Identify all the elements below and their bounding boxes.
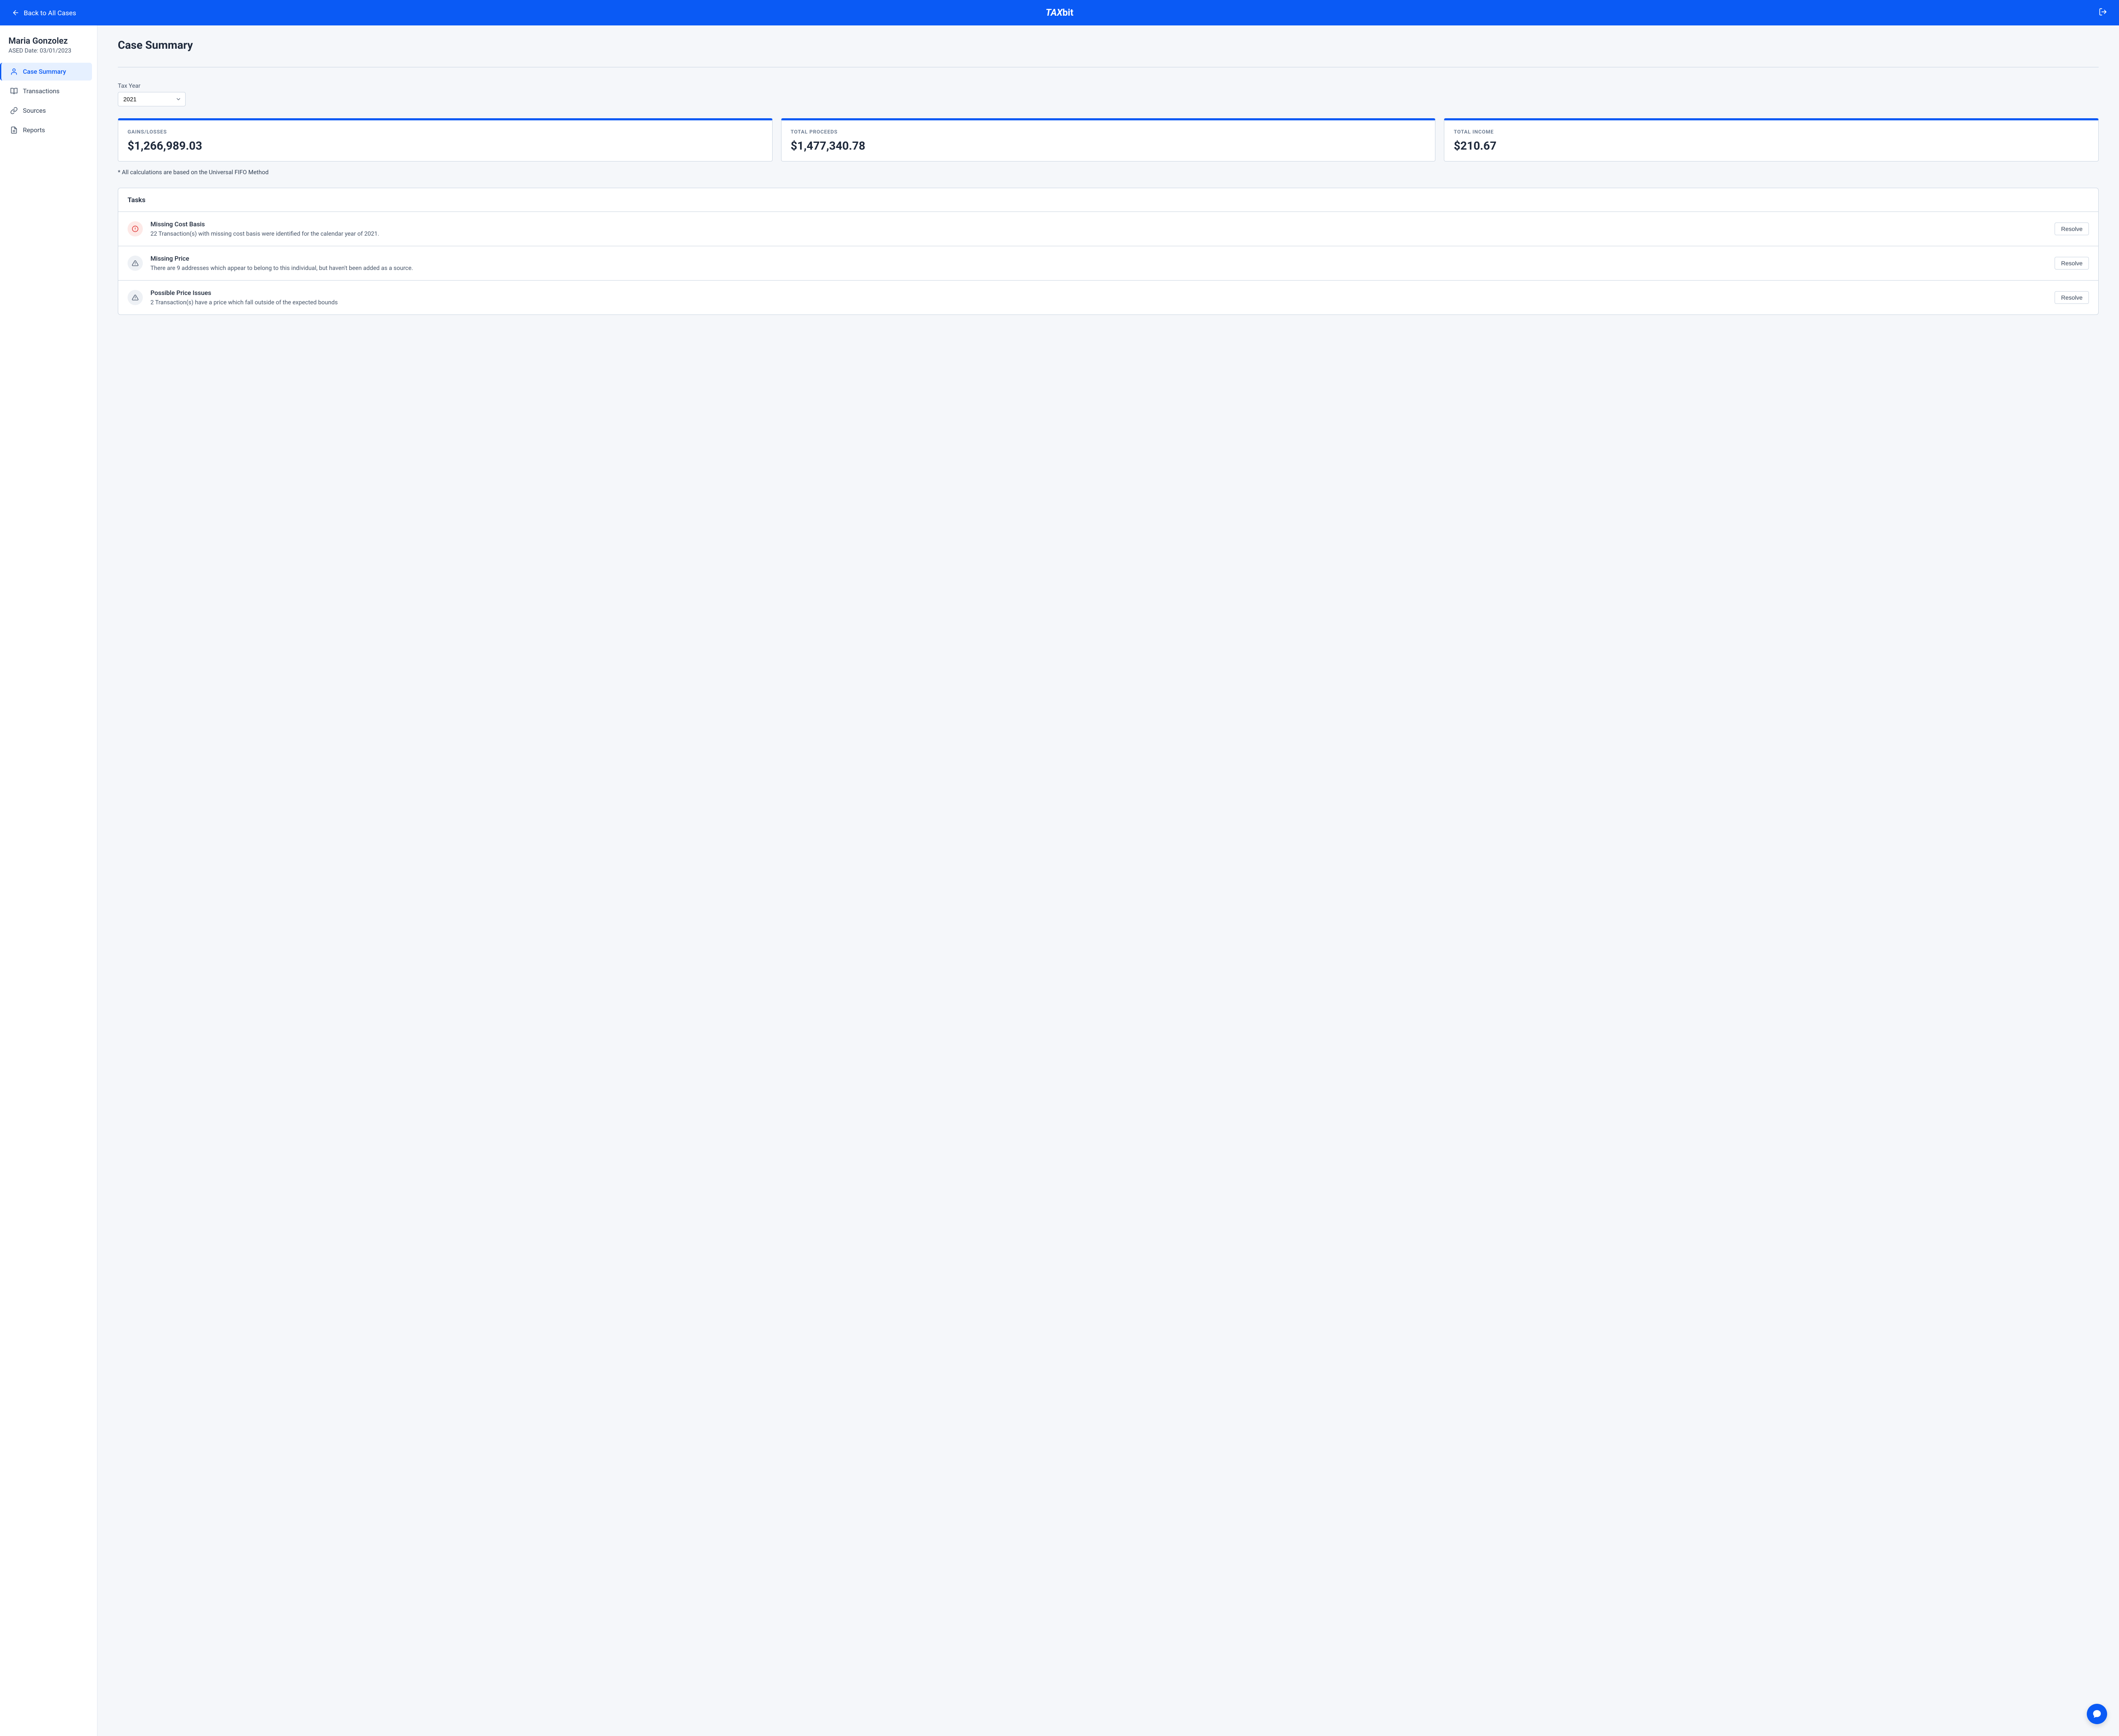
book-icon [10,87,18,95]
tax-year-select[interactable]: 2021 [118,92,186,106]
calculation-footnote: * All calculations are based on the Univ… [118,169,2099,176]
chat-button[interactable] [2087,1704,2107,1724]
card-value: $1,477,340.78 [791,139,1426,153]
task-title: Possible Price Issues [150,289,2047,297]
sidebar: Maria Gonzolez ASED Date: 03/01/2023 Cas… [0,25,97,1736]
error-icon [128,221,143,236]
app-logo: TAXbit [1046,8,1073,18]
sidebar-item-transactions[interactable]: Transactions [5,82,92,100]
card-value: $210.67 [1454,139,2089,153]
sidebar-item-label: Transactions [23,87,60,95]
app-header: Back to All Cases TAXbit [0,0,2119,25]
tax-year-label: Tax Year [118,83,2099,89]
logout-icon [2099,8,2107,16]
sidebar-item-label: Reports [23,126,45,134]
logout-button[interactable] [2099,8,2107,18]
sidebar-item-case-summary[interactable]: Case Summary [0,63,92,81]
task-description: 2 Transaction(s) have a price which fall… [150,299,2047,306]
sidebar-item-label: Sources [23,107,46,114]
back-to-cases-link[interactable]: Back to All Cases [12,9,76,17]
person-name: Maria Gonzolez [5,36,92,46]
card-total-proceeds: TOTAL PROCEEDS $1,477,340.78 [781,118,1436,161]
task-title: Missing Cost Basis [150,220,2047,228]
task-row: Missing Price There are 9 addresses whic… [118,246,2098,281]
link-icon [10,107,18,114]
arrow-left-icon [12,9,19,17]
summary-cards: GAINS/LOSSES $1,266,989.03 TOTAL PROCEED… [118,118,2099,161]
sidebar-item-label: Case Summary [23,68,66,75]
chat-icon [2092,1709,2102,1719]
person-icon [10,68,18,75]
tasks-header: Tasks [118,188,2098,212]
card-label: TOTAL PROCEEDS [791,129,1426,135]
resolve-button[interactable]: Resolve [2055,223,2089,235]
file-icon [10,126,18,134]
resolve-button[interactable]: Resolve [2055,291,2089,304]
ased-date: ASED Date: 03/01/2023 [5,47,92,54]
page-title: Case Summary [118,39,2099,52]
task-description: There are 9 addresses which appear to be… [150,265,2047,272]
card-label: GAINS/LOSSES [128,129,763,135]
task-description: 22 Transaction(s) with missing cost basi… [150,231,2047,237]
back-label: Back to All Cases [24,9,76,17]
card-total-income: TOTAL INCOME $210.67 [1444,118,2099,161]
warning-icon [128,256,143,271]
task-row: Missing Cost Basis 22 Transaction(s) wit… [118,212,2098,246]
sidebar-item-sources[interactable]: Sources [5,102,92,120]
card-label: TOTAL INCOME [1454,129,2089,135]
resolve-button[interactable]: Resolve [2055,257,2089,270]
tasks-panel: Tasks Missing Cost Basis 22 Transaction(… [118,188,2099,315]
main-content: Case Summary Tax Year 2021 GAINS/LOSSES … [97,25,2119,1736]
sidebar-item-reports[interactable]: Reports [5,121,92,139]
task-row: Possible Price Issues 2 Transaction(s) h… [118,281,2098,314]
card-value: $1,266,989.03 [128,139,763,153]
card-gains-losses: GAINS/LOSSES $1,266,989.03 [118,118,773,161]
warning-icon [128,290,143,305]
task-title: Missing Price [150,255,2047,262]
